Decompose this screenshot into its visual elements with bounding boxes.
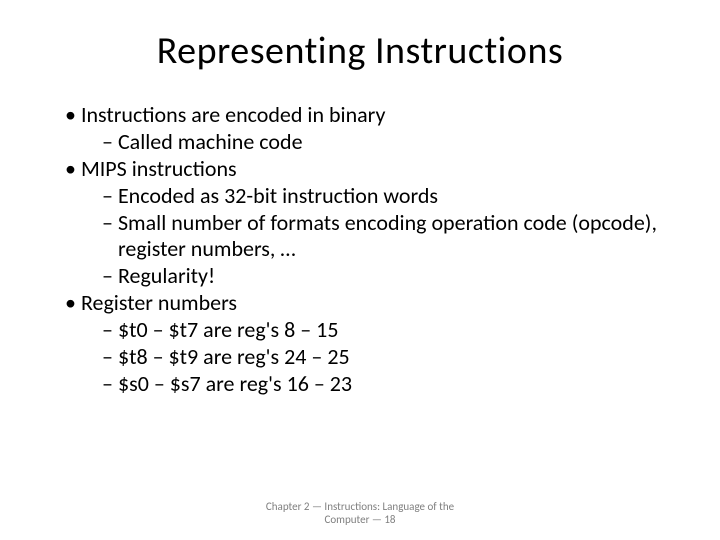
- footer-line: Computer — 18: [0, 513, 720, 526]
- bullet-level2: Called machine code: [60, 129, 680, 155]
- bullet-level2: Small number of formats encoding operati…: [60, 210, 680, 262]
- bullet-level1: Register numbers: [60, 290, 680, 316]
- bullet-level2: Regularity!: [60, 263, 680, 289]
- bullet-level1: Instructions are encoded in binary: [60, 102, 680, 128]
- slide-title: Representing Instructions: [40, 28, 680, 74]
- bullet-level2: $s0 – $s7 are reg's 16 – 23: [60, 371, 680, 397]
- slide-content: Instructions are encoded in binary Calle…: [40, 102, 680, 396]
- bullet-level2: $t0 – $t7 are reg's 8 – 15: [60, 317, 680, 343]
- slide-footer: Chapter 2 — Instructions: Language of th…: [0, 500, 720, 526]
- bullet-level2: $t8 – $t9 are reg's 24 – 25: [60, 344, 680, 370]
- slide: Representing Instructions Instructions a…: [0, 0, 720, 540]
- bullet-level2: Encoded as 32-bit instruction words: [60, 183, 680, 209]
- footer-line: Chapter 2 — Instructions: Language of th…: [0, 500, 720, 513]
- bullet-level1: MIPS instructions: [60, 156, 680, 182]
